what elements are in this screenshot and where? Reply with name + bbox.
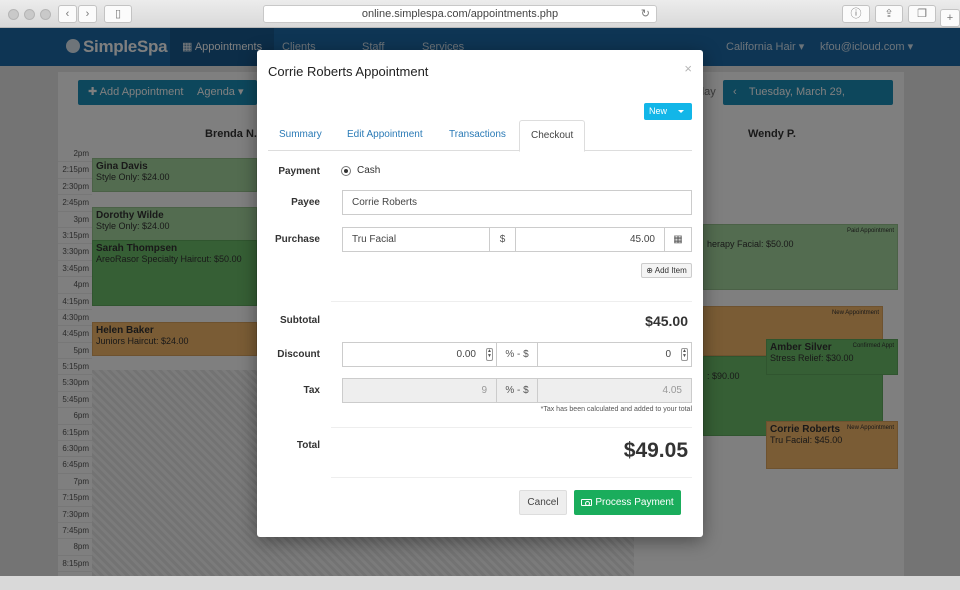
spinner-icon[interactable]: ▲ ▼ <box>681 348 688 361</box>
url-text: online.simplespa.com/appointments.php <box>361 8 559 20</box>
payee-label: Payee <box>291 197 320 208</box>
cancel-button[interactable]: Cancel <box>519 490 567 515</box>
discount-amount-input[interactable]: 0 ▲ ▼ <box>537 342 692 367</box>
browser-toolbar: ‹ › ▯ online.simplespa.com/appointments.… <box>0 0 960 28</box>
close-icon[interactable]: × <box>684 61 692 76</box>
cash-radio[interactable] <box>341 166 351 176</box>
modal-tabs: Summary Edit Appointment Transactions Ch… <box>268 120 692 152</box>
total-label: Total <box>296 440 320 451</box>
payment-label: Payment <box>278 166 320 177</box>
cash-icon <box>581 499 593 506</box>
new-dropdown-button[interactable]: New <box>644 103 692 120</box>
modal-title: Corrie Roberts Appointment <box>268 64 429 79</box>
share-icon[interactable]: ⇪ <box>875 5 903 23</box>
purchase-amount-input[interactable]: 45.00 <box>515 227 665 252</box>
tab-checkout[interactable]: Checkout <box>519 120 586 152</box>
divider <box>331 427 692 428</box>
discount-label: Discount <box>277 349 320 360</box>
tab-transactions[interactable]: Transactions <box>438 120 517 151</box>
tax-amount-input: 4.05 <box>537 378 692 403</box>
calendar-icon[interactable]: ▦ <box>664 227 692 252</box>
tax-note: *Tax has been calculated and added to yo… <box>540 406 692 413</box>
currency-addon: $ <box>489 227 516 252</box>
divider <box>331 477 692 478</box>
tab-summary[interactable]: Summary <box>268 120 333 151</box>
divider <box>331 301 692 302</box>
caret-down-icon <box>678 110 684 113</box>
browser-bottom-bar <box>0 576 960 590</box>
minimize-window-icon[interactable] <box>24 9 35 20</box>
reload-icon[interactable]: ↻ <box>641 6 650 22</box>
info-icon[interactable]: ⓘ <box>842 5 870 23</box>
process-payment-button[interactable]: Process Payment <box>574 490 681 515</box>
checkout-modal: Corrie Roberts Appointment × New Summary… <box>257 50 703 537</box>
tax-rate-input: 9 <box>342 378 497 403</box>
zoom-window-icon[interactable] <box>40 9 51 20</box>
cash-radio-label: Cash <box>357 165 381 176</box>
total-value: $49.05 <box>623 439 688 462</box>
close-window-icon[interactable] <box>8 9 19 20</box>
forward-icon[interactable]: › <box>78 5 97 23</box>
spinner-icon[interactable]: ▲ ▼ <box>486 348 493 361</box>
purchase-item-input[interactable]: Tru Facial <box>342 227 490 252</box>
tabs-icon[interactable]: ❐ <box>908 5 936 23</box>
purchase-label: Purchase <box>274 234 320 245</box>
tab-edit-appointment[interactable]: Edit Appointment <box>336 120 434 151</box>
back-icon[interactable]: ‹ <box>58 5 77 23</box>
add-item-button[interactable]: ⊕ Add Item <box>641 263 692 278</box>
address-bar[interactable]: online.simplespa.com/appointments.php ↻ <box>263 5 657 23</box>
discount-unit-toggle[interactable]: % - $ <box>496 342 538 367</box>
discount-input[interactable]: 0.00 ▲ ▼ <box>342 342 497 367</box>
sidebar-icon[interactable]: ▯ <box>104 5 132 23</box>
tax-unit-toggle[interactable]: % - $ <box>496 378 538 403</box>
subtotal-label: Subtotal <box>280 315 320 326</box>
new-tab-icon[interactable]: + <box>940 9 960 27</box>
payee-input[interactable]: Corrie Roberts <box>342 190 692 215</box>
subtotal-value: $45.00 <box>645 313 688 329</box>
tax-label: Tax <box>303 385 321 396</box>
plus-circle-icon: ⊕ <box>646 266 653 275</box>
